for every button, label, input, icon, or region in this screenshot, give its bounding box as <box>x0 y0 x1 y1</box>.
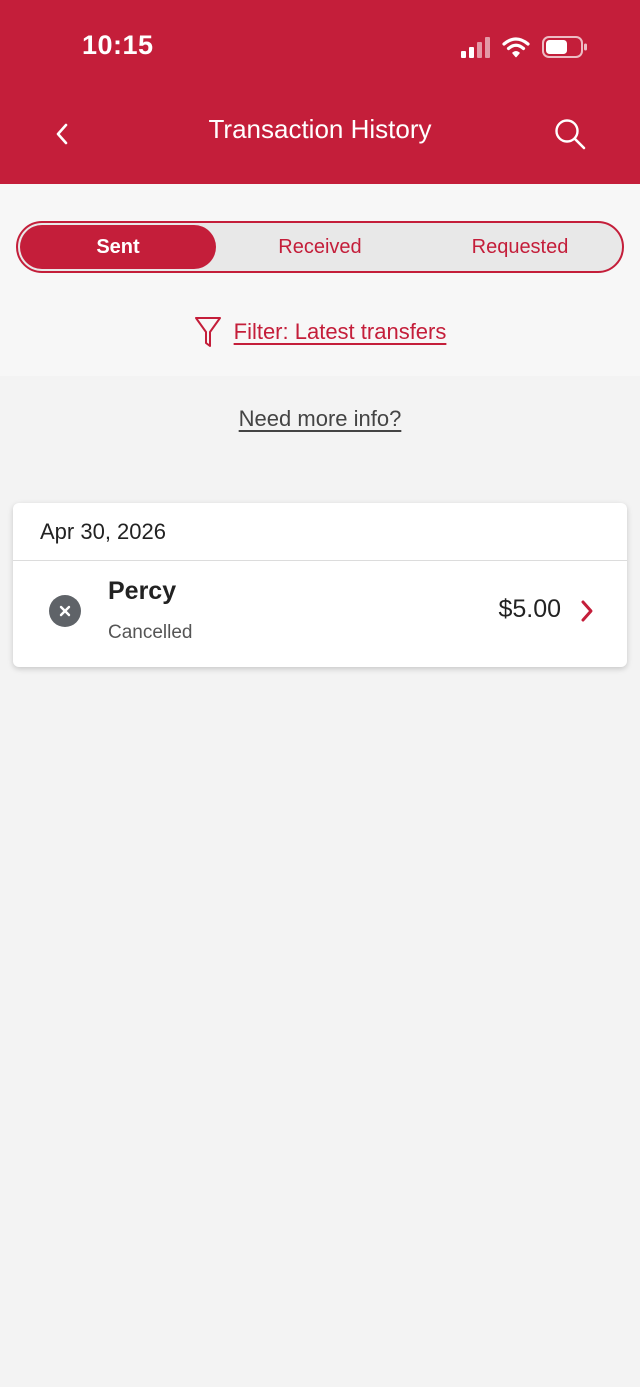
search-icon <box>555 119 586 150</box>
cellular-signal-icon <box>461 36 490 58</box>
tab-sent[interactable]: Sent <box>20 225 216 269</box>
transaction-date-header: Apr 30, 2026 <box>13 503 627 561</box>
transaction-amount: $5.00 <box>498 595 561 623</box>
filter-button[interactable]: Filter: Latest transfers <box>0 312 640 352</box>
filter-label: Filter: Latest transfers <box>233 319 447 344</box>
battery-icon <box>542 36 587 58</box>
app-header: 10:15 Transaction History <box>0 0 640 184</box>
transaction-group-card: Apr 30, 2026 Percy Cancelled $5.00 <box>13 503 627 667</box>
recipient-name: Percy <box>108 577 177 605</box>
transaction-row[interactable]: Percy Cancelled $5.00 <box>13 561 627 667</box>
nav-bar: Transaction History <box>0 104 640 160</box>
cancelled-icon <box>49 595 81 627</box>
filter-icon <box>194 317 221 347</box>
chevron-right-icon <box>581 600 593 622</box>
tab-requested[interactable]: Requested <box>420 225 620 269</box>
status-icons <box>461 34 588 60</box>
need-more-info-link[interactable]: Need more info? <box>0 406 640 432</box>
wifi-icon <box>502 37 530 58</box>
transaction-status: Cancelled <box>108 622 193 643</box>
transaction-type-tabs: Sent Received Requested <box>16 221 624 273</box>
status-time: 10:15 <box>82 30 154 60</box>
search-button[interactable] <box>548 112 592 156</box>
page-title: Transaction History <box>208 114 432 144</box>
tab-received[interactable]: Received <box>220 225 420 269</box>
